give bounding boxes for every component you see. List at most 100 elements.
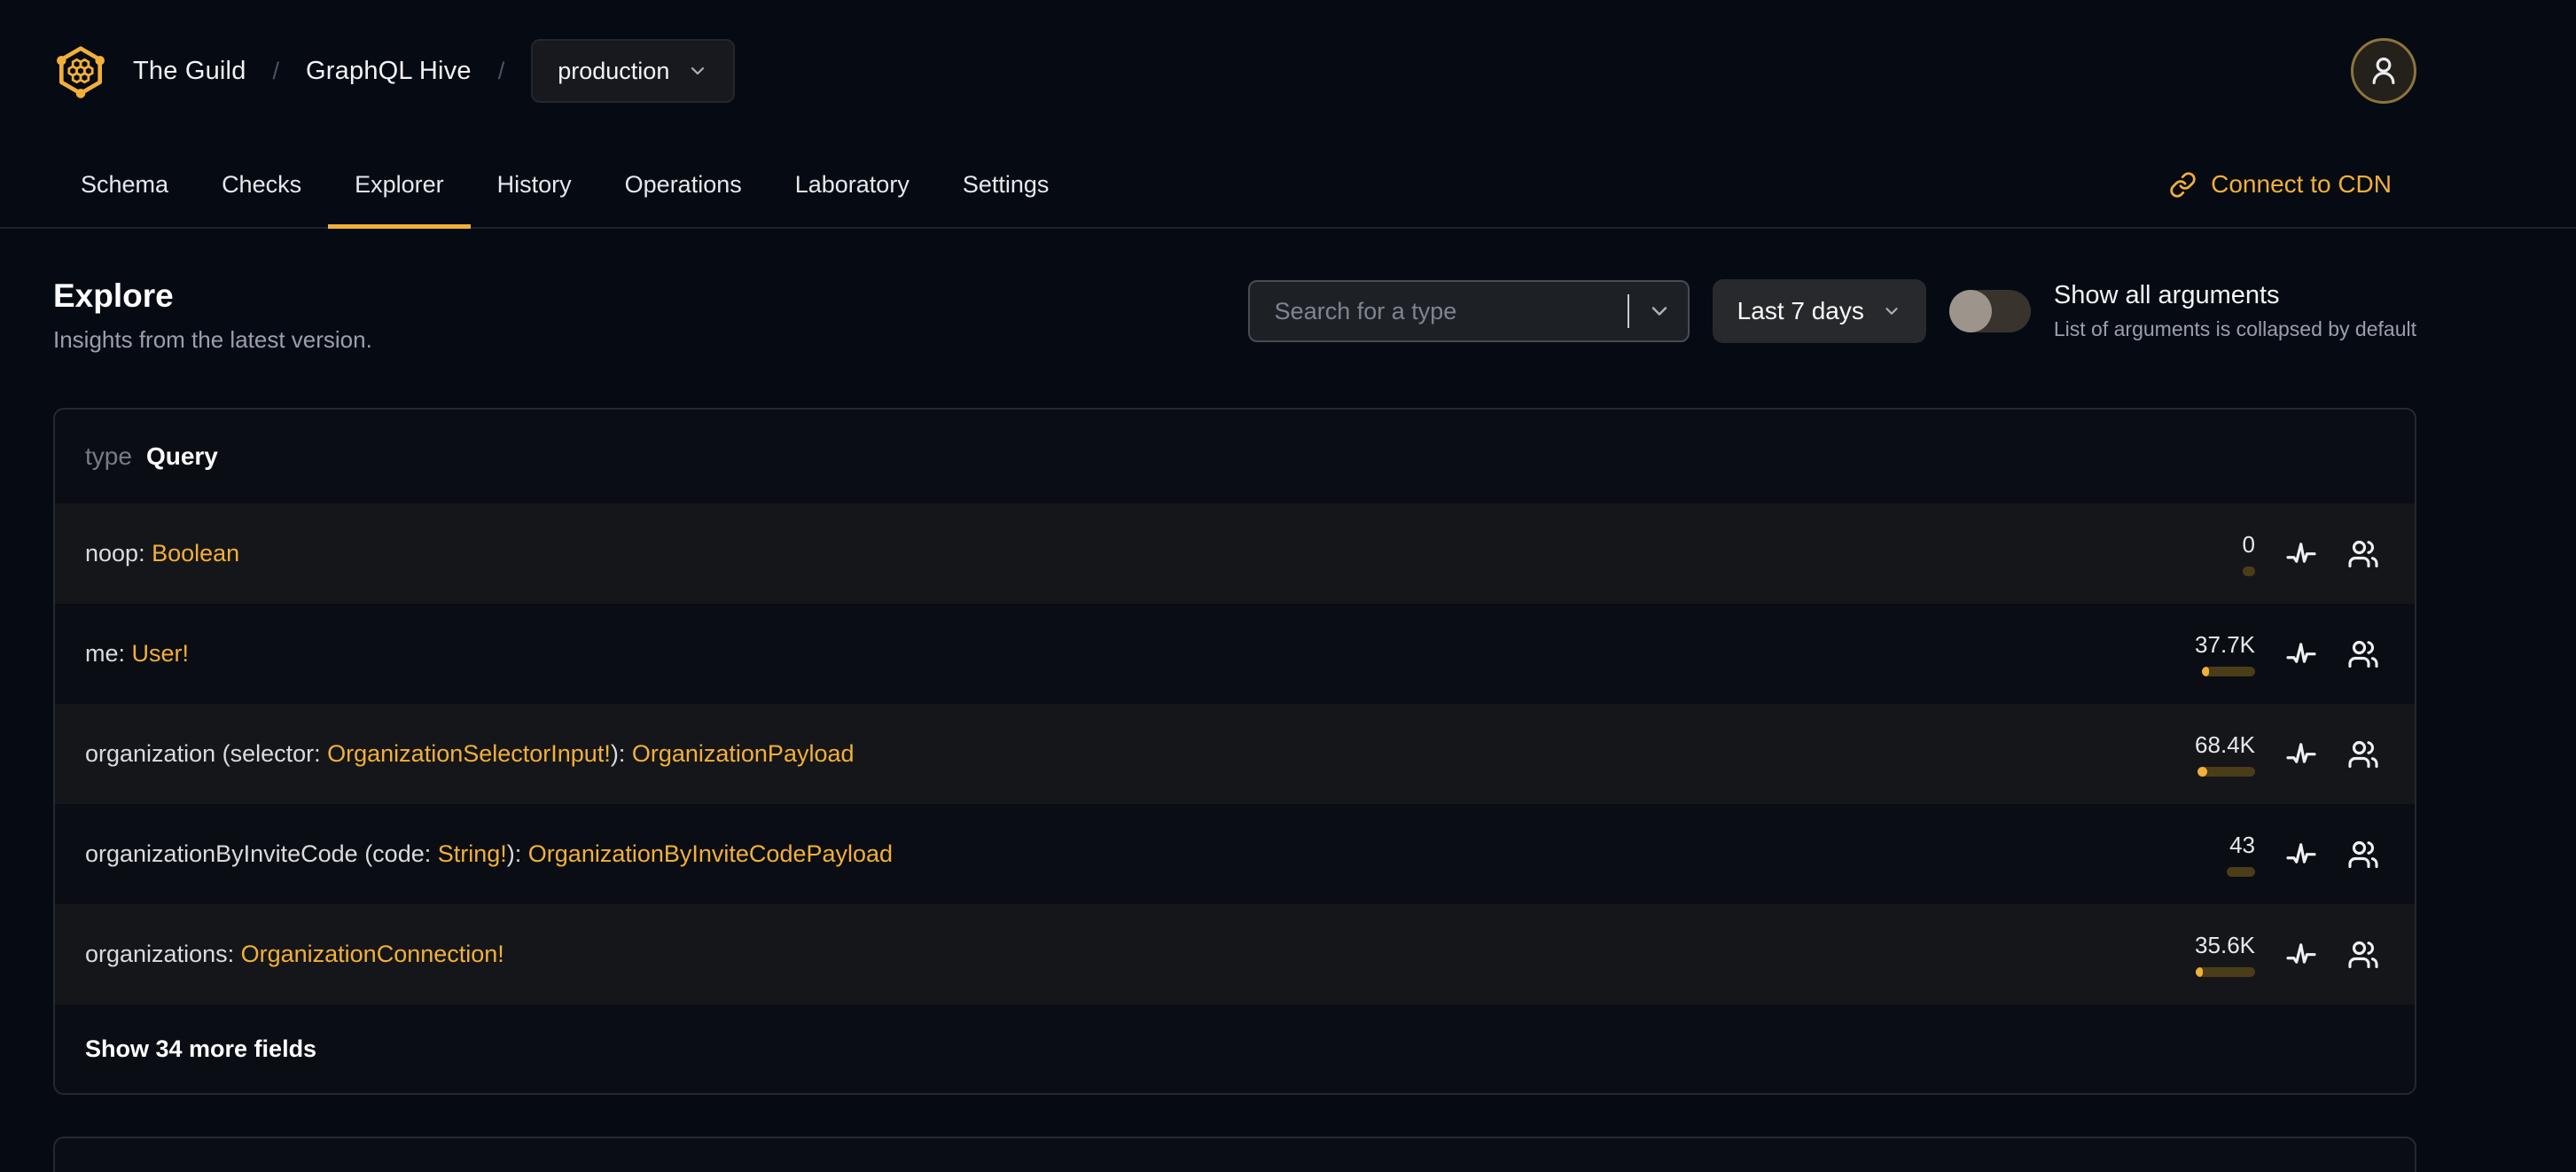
field-signature: organizationByInviteCode (code: String!)…: [85, 840, 893, 868]
tab-checks[interactable]: Checks: [195, 142, 328, 227]
type-card-query: type Query noop: Boolean 0 me: User! 37.7K…: [53, 408, 2416, 1095]
main-content: Explore Insights from the latest version…: [0, 279, 2576, 1172]
user-icon: [2372, 57, 2395, 84]
field-text: me:: [85, 640, 132, 667]
field-signature: me: User!: [85, 640, 189, 668]
breadcrumb-separator: /: [272, 57, 280, 84]
usage-bar-fill: [2202, 667, 2210, 676]
user-menu-avatar[interactable]: [2351, 38, 2416, 104]
type-card-footer: Show 34 more fields: [55, 1004, 2415, 1093]
field-signature: organizations: OrganizationConnection!: [85, 941, 504, 968]
hive-honeycomb-icon[interactable]: [53, 40, 108, 102]
activity-icon[interactable]: [2285, 939, 2317, 971]
target-selector[interactable]: production: [531, 39, 736, 103]
users-icon[interactable]: [2347, 839, 2379, 871]
tab-settings[interactable]: Settings: [936, 142, 1076, 227]
breadcrumb-org[interactable]: The Guild: [133, 57, 246, 86]
field-text: organization (selector:: [85, 740, 328, 767]
request-count: 37.7K: [2195, 631, 2255, 658]
type-link[interactable]: OrganizationConnection!: [241, 941, 504, 967]
page-title: Explore: [53, 277, 174, 314]
next-type-card-partial: [53, 1137, 2416, 1172]
usage-bar-fill: [2197, 767, 2208, 777]
type-link[interactable]: Boolean: [152, 540, 239, 566]
field-usage-stats: 37.7K: [2175, 631, 2255, 676]
tab-schema[interactable]: Schema: [54, 142, 195, 227]
type-link[interactable]: OrganizationPayload: [632, 740, 855, 767]
field-signature: noop: Boolean: [85, 540, 239, 567]
request-count: 0: [2242, 531, 2255, 558]
chevron-down-icon[interactable]: [1647, 299, 1672, 324]
toolbar: Last 7 days Show all arguments List of a…: [1247, 279, 2416, 343]
field-row[interactable]: organization (selector: OrganizationSele…: [55, 704, 2415, 804]
page-heading: Explore Insights from the latest version…: [53, 279, 372, 354]
usage-bar-fill: [2196, 967, 2204, 977]
type-link[interactable]: OrganizationByInviteCodePayload: [528, 840, 893, 867]
request-count: 35.6K: [2195, 932, 2255, 958]
field-usage-stats: 35.6K: [2175, 932, 2255, 977]
tab-laboratory[interactable]: Laboratory: [769, 142, 936, 227]
request-count: 68.4K: [2195, 731, 2255, 758]
search-input[interactable]: [1272, 296, 1619, 326]
usage-bar: [2227, 867, 2255, 877]
users-icon[interactable]: [2347, 638, 2379, 670]
field-text: ):: [506, 840, 528, 867]
users-icon[interactable]: [2347, 939, 2379, 971]
field-usage-stats: 43: [2175, 832, 2255, 877]
top-bar: The Guild / GraphQL Hive / production: [0, 0, 2576, 142]
field-usage-stats: 0: [2175, 531, 2255, 576]
target-selector-value: production: [558, 57, 670, 84]
toggle-knob: [1948, 290, 1992, 332]
field-text: organizations:: [85, 941, 241, 967]
usage-bar: [2196, 967, 2255, 977]
type-link[interactable]: OrganizationSelectorInput!: [327, 740, 611, 767]
field-text: organizationByInviteCode (code:: [85, 840, 438, 867]
nav-tabs: Schema Checks Explorer History Operations Lab…: [54, 142, 1076, 229]
users-icon[interactable]: [2347, 738, 2379, 770]
type-kind-label: type: [85, 442, 132, 470]
users-icon[interactable]: [2347, 538, 2379, 570]
connect-to-cdn-label: Connect to CDN: [2211, 170, 2392, 198]
tab-history[interactable]: History: [471, 142, 598, 227]
field-text: ):: [610, 740, 632, 767]
activity-icon[interactable]: [2285, 839, 2317, 871]
field-text: noop:: [85, 540, 152, 566]
toggle-label: Show all arguments: [2053, 281, 2280, 309]
chevron-down-icon: [691, 66, 705, 75]
usage-bar: [2197, 767, 2255, 777]
field-signature: organization (selector: OrganizationSele…: [85, 740, 855, 768]
show-more-fields-button[interactable]: Show 34 more fields: [85, 1035, 316, 1063]
type-link[interactable]: String!: [438, 840, 507, 867]
tab-explorer[interactable]: Explorer: [328, 142, 471, 229]
field-row[interactable]: organizationByInviteCode (code: String!)…: [55, 804, 2415, 904]
usage-bar: [2243, 566, 2255, 576]
type-card-header: type Query: [55, 410, 2415, 504]
field-row[interactable]: me: User! 37.7K: [55, 604, 2415, 704]
field-usage-stats: 68.4K: [2175, 731, 2255, 777]
activity-icon[interactable]: [2285, 738, 2317, 770]
date-range-value: Last 7 days: [1737, 297, 1864, 324]
type-search-combobox[interactable]: [1247, 280, 1690, 342]
activity-icon[interactable]: [2285, 538, 2317, 570]
field-list: noop: Boolean 0 me: User! 37.7K organizati…: [55, 504, 2415, 1004]
usage-bar: [2202, 667, 2255, 676]
breadcrumb-separator: /: [497, 57, 505, 84]
date-range-selector[interactable]: Last 7 days: [1712, 279, 1926, 343]
tab-operations[interactable]: Operations: [598, 142, 769, 227]
show-all-arguments-toggle[interactable]: [1948, 290, 2031, 332]
breadcrumb: The Guild / GraphQL Hive / production: [133, 39, 736, 103]
type-name[interactable]: Query: [146, 442, 218, 471]
chevron-down-icon: [1885, 308, 1898, 315]
request-count: 43: [2229, 832, 2255, 858]
breadcrumb-project[interactable]: GraphQL Hive: [306, 57, 472, 86]
type-link[interactable]: User!: [132, 640, 190, 667]
toggle-labels: Show all arguments List of arguments is …: [2054, 281, 2416, 341]
nav-bar: Schema Checks Explorer History Operations Lab…: [0, 142, 2576, 229]
combobox-separator: [1627, 294, 1629, 328]
page-subtitle: Insights from the latest version.: [53, 326, 372, 353]
toggle-description: List of arguments is collapsed by defaul…: [2053, 317, 2416, 340]
field-row[interactable]: organizations: OrganizationConnection! 35…: [55, 904, 2415, 1004]
field-row[interactable]: noop: Boolean 0: [55, 504, 2415, 604]
activity-icon[interactable]: [2285, 638, 2317, 670]
connect-to-cdn-button[interactable]: Connect to CDN: [2169, 170, 2392, 199]
